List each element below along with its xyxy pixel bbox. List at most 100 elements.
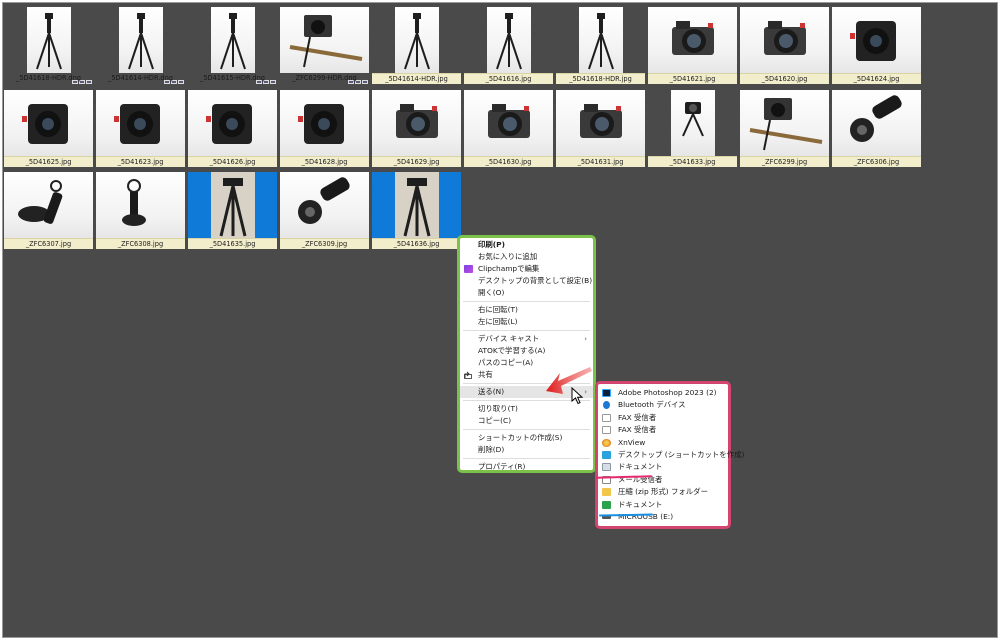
file-thumbnail[interactable]: _5D41614-HDR.jpg bbox=[372, 7, 461, 84]
file-name: _ZFC6309.jpg bbox=[280, 238, 369, 249]
file-thumbnail[interactable]: _5D41636.jpg bbox=[372, 172, 461, 249]
green-arrow-icon bbox=[602, 500, 611, 509]
file-name: _5D41633.jpg bbox=[648, 156, 737, 167]
thumbnail-image bbox=[280, 172, 369, 238]
menu-item-label: Adobe Photoshop 2023 (2) bbox=[618, 388, 717, 397]
share-icon bbox=[464, 371, 473, 379]
context-menu-item[interactable]: コピー(C) bbox=[460, 415, 593, 427]
file-thumbnail[interactable]: _5D41628.jpg bbox=[280, 90, 369, 167]
file-name: _5D41625.jpg bbox=[4, 156, 93, 167]
chevron-right-icon: › bbox=[584, 335, 587, 343]
file-name: _5D41628.jpg bbox=[280, 156, 369, 167]
menu-item-label: デスクトップの背景として設定(B) bbox=[478, 276, 593, 285]
thumbnail-image bbox=[4, 90, 93, 156]
menu-item-label: FAX 受信者 bbox=[618, 412, 657, 422]
thumbnail-image bbox=[280, 90, 369, 156]
mouse-cursor-icon bbox=[571, 387, 584, 405]
context-menu-item[interactable]: プロパティ(R) bbox=[460, 461, 593, 473]
explorer-view: _5D41618-HDR.dng _5D41614-HDR.dng _5D41615… bbox=[2, 2, 998, 638]
file-thumbnail[interactable]: _ZFC6307.jpg bbox=[4, 172, 93, 249]
sendto-menu-item[interactable]: MICROUSB (E:) bbox=[598, 511, 728, 523]
context-menu-item[interactable]: デスクトップの背景として設定(B) bbox=[460, 275, 593, 287]
sendto-menu-item[interactable]: FAX 受信者 bbox=[598, 412, 728, 424]
context-menu-item[interactable]: デバイス キャスト › bbox=[460, 333, 593, 345]
context-menu-item[interactable]: 印刷(P) bbox=[460, 239, 593, 251]
menu-item-label: ドキュメント bbox=[618, 499, 663, 509]
file-thumbnail[interactable]: _5D41635.jpg bbox=[188, 172, 277, 249]
menu-item-label: 印刷(P) bbox=[478, 240, 505, 249]
file-name: _ZFC6307.jpg bbox=[4, 238, 93, 249]
context-menu-item[interactable]: ショートカットの作成(S) bbox=[460, 432, 593, 444]
thumbnail-image bbox=[4, 172, 93, 238]
thumbnail-image bbox=[556, 90, 645, 156]
file-thumbnail[interactable]: _ZFC6309.jpg bbox=[280, 172, 369, 249]
thumbnail-image bbox=[188, 90, 277, 156]
menu-item-label: 左に回転(L) bbox=[478, 317, 518, 326]
context-menu-item[interactable]: 開く(O) bbox=[460, 287, 593, 299]
file-thumbnail[interactable]: _5D41625.jpg bbox=[4, 90, 93, 167]
bluetooth-icon bbox=[603, 401, 610, 410]
context-menu-item[interactable]: ATOKで学習する(A) bbox=[460, 345, 593, 357]
file-thumbnail[interactable]: _5D41629.jpg bbox=[372, 90, 461, 167]
thumbnail-image bbox=[96, 172, 185, 238]
file-thumbnail[interactable]: _5D41633.jpg bbox=[648, 90, 737, 167]
file-thumbnail[interactable]: _5D41618-HDR.dng bbox=[4, 7, 93, 84]
thumbnail-image bbox=[487, 7, 531, 73]
thumbnail-image bbox=[671, 90, 715, 156]
menu-separator bbox=[463, 301, 590, 302]
file-name: _5D41630.jpg bbox=[464, 156, 553, 167]
menu-item-label: 切り取り(T) bbox=[478, 404, 518, 413]
menu-item-label: ショートカットの作成(S) bbox=[478, 433, 563, 442]
sendto-menu-item[interactable]: 圧縮 (zip 形式) フォルダー bbox=[598, 486, 728, 498]
file-name: _5D41635.jpg bbox=[188, 238, 277, 249]
file-thumbnail[interactable]: _ZFC6299.jpg bbox=[740, 90, 829, 167]
sendto-menu-item[interactable]: Bluetooth デバイス bbox=[598, 399, 728, 411]
file-thumbnail[interactable]: _5D41626.jpg bbox=[188, 90, 277, 167]
document-icon bbox=[602, 413, 611, 422]
file-name: _5D41614-HDR.jpg bbox=[372, 73, 461, 84]
file-thumbnail[interactable]: _5D41616.jpg bbox=[464, 7, 553, 84]
menu-item-label: FAX 受信者 bbox=[618, 425, 657, 435]
sendto-menu-item[interactable]: ドキュメント bbox=[598, 461, 728, 473]
file-thumbnail[interactable]: _ZFC6306.jpg bbox=[832, 90, 921, 167]
thumbnail-image bbox=[27, 7, 71, 73]
thumbnail-image bbox=[464, 90, 553, 156]
sendto-menu-item[interactable]: Adobe Photoshop 2023 (2) bbox=[598, 387, 728, 399]
file-name: _ZFC6306.jpg bbox=[832, 156, 921, 167]
file-thumbnail[interactable]: _5D41630.jpg bbox=[464, 90, 553, 167]
menu-separator bbox=[463, 330, 590, 331]
menu-item-label: デバイス キャスト bbox=[478, 334, 540, 343]
context-menu-item[interactable]: 右に回転(T) bbox=[460, 304, 593, 316]
file-thumbnail[interactable]: _ZFC6299-HDR.dng bbox=[280, 7, 369, 84]
sendto-menu-item[interactable]: FAX 受信者 bbox=[598, 424, 728, 436]
file-thumbnail[interactable]: _ZFC6308.jpg bbox=[96, 172, 185, 249]
file-thumbnail[interactable]: _5D41631.jpg bbox=[556, 90, 645, 167]
menu-item-label: Bluetooth デバイス bbox=[618, 400, 686, 410]
file-thumbnail[interactable]: _5D41618-HDR.jpg bbox=[556, 7, 645, 84]
context-menu-item[interactable]: お気に入りに追加 bbox=[460, 251, 593, 263]
file-thumbnail[interactable]: _5D41623.jpg bbox=[96, 90, 185, 167]
documents-folder-icon bbox=[602, 463, 611, 472]
file-name: _5D41626.jpg bbox=[188, 156, 277, 167]
file-name: _ZFC6299-HDR.dng bbox=[292, 74, 357, 82]
file-thumbnail[interactable]: _5D41615-HDR.dng bbox=[188, 7, 277, 84]
file-name: _ZFC6308.jpg bbox=[96, 238, 185, 249]
context-menu-item[interactable]: Clipchampで編集 bbox=[460, 263, 593, 275]
context-menu-item[interactable]: 削除(D) bbox=[460, 444, 593, 456]
thumbnail-image bbox=[119, 7, 163, 73]
thumbnail-image bbox=[372, 90, 461, 156]
file-thumbnail[interactable]: _5D41621.jpg bbox=[648, 7, 737, 84]
thumbnail-image bbox=[832, 7, 921, 73]
file-thumbnail[interactable]: _5D41624.jpg bbox=[832, 7, 921, 84]
menu-separator bbox=[463, 429, 590, 430]
file-name: _5D41629.jpg bbox=[372, 156, 461, 167]
sendto-menu-item[interactable]: ドキュメント bbox=[598, 499, 728, 511]
sendto-menu-item[interactable]: デスクトップ (ショートカットを作成) bbox=[598, 449, 744, 461]
file-thumbnail[interactable]: _5D41620.jpg bbox=[740, 7, 829, 84]
desktop-icon bbox=[602, 451, 611, 459]
context-menu-item[interactable]: 左に回転(L) bbox=[460, 316, 593, 328]
file-thumbnail[interactable]: _5D41614-HDR.dng bbox=[96, 7, 185, 84]
file-name: _5D41618-HDR.dng bbox=[16, 74, 81, 82]
sendto-menu-item[interactable]: XnView bbox=[598, 437, 728, 449]
thumbnail-image bbox=[579, 7, 623, 73]
